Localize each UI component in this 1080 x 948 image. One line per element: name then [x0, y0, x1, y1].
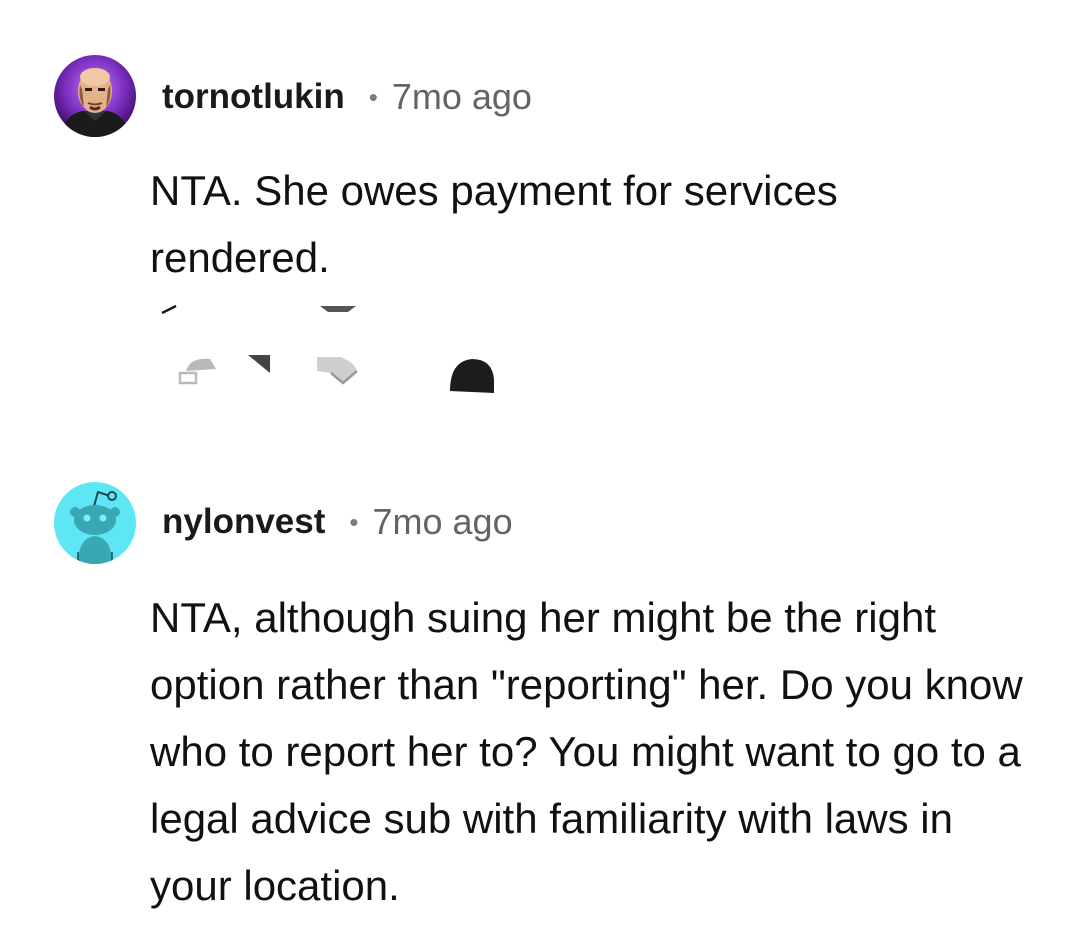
separator-dot: •: [349, 506, 359, 537]
comment-card: tornotlukin • 7mo ago NTA. She owes paym…: [0, 0, 1080, 440]
comment-body: NTA, although suing her might be the rig…: [150, 594, 1023, 909]
username[interactable]: nylonvest: [162, 502, 325, 542]
comment-body: NTA. She owes payment for services rende…: [150, 167, 838, 281]
comment-meta: nylonvest • 7mo ago: [162, 497, 513, 547]
reply-icon[interactable]: [176, 353, 236, 385]
snoo-avatar-icon: [54, 482, 136, 564]
comment-meta: tornotlukin • 7mo ago: [162, 72, 532, 122]
award-icon[interactable]: [448, 355, 496, 395]
timestamp: 7mo ago: [391, 76, 532, 117]
user-avatar[interactable]: [54, 55, 136, 137]
username[interactable]: tornotlukin: [162, 77, 345, 117]
share-icon[interactable]: [248, 353, 272, 375]
upvote-icon[interactable]: [160, 303, 180, 315]
bald-man-avatar-icon: [54, 55, 136, 137]
more-options-icon[interactable]: [315, 353, 361, 389]
separator-dot: •: [368, 81, 378, 112]
downvote-icon[interactable]: [320, 303, 356, 315]
user-avatar[interactable]: [54, 482, 136, 564]
comment-card: nylonvest • 7mo ago NTA, although suing …: [0, 440, 1080, 948]
timestamp: 7mo ago: [372, 501, 513, 542]
comment-action-bar: [150, 295, 510, 405]
